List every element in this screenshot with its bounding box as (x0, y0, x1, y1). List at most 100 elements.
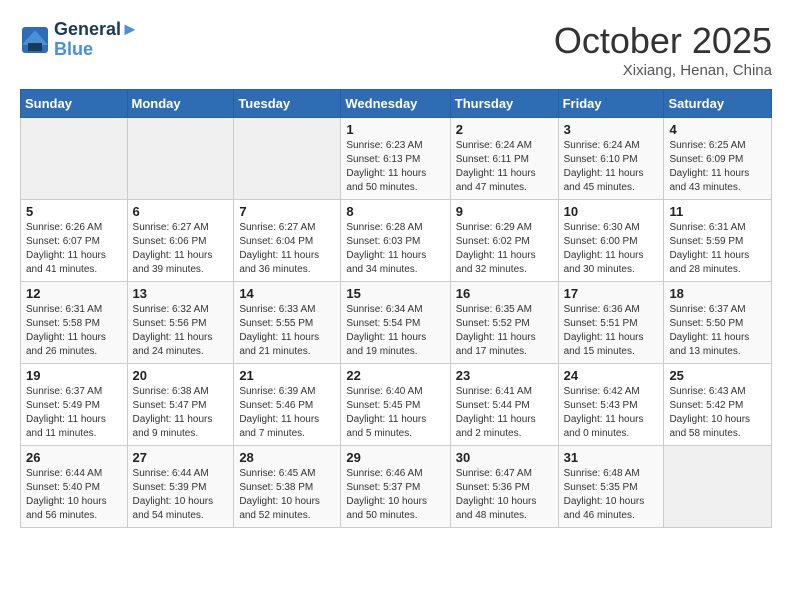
calendar-cell: 31 Sunrise: 6:48 AMSunset: 5:35 PMDayligh… (558, 446, 664, 528)
day-number: 9 (456, 204, 553, 219)
day-info: Sunrise: 6:43 AMSunset: 5:42 PMDaylight:… (669, 385, 766, 441)
location-subtitle: Xixiang, Henan, China (554, 62, 772, 79)
page-header: General► Blue October 2025 Xixiang, Hena… (20, 20, 772, 79)
day-number: 20 (133, 368, 229, 383)
calendar-cell: 9Sunrise: 6:29 AMSunset: 6:02 PMDaylight… (450, 200, 558, 282)
calendar-cell: 10Sunrise: 6:30 AMSunset: 6:00 PMDayligh… (558, 200, 664, 282)
logo: General► Blue (20, 20, 139, 60)
calendar-cell: 1Sunrise: 6:23 AMSunset: 6:13 PMDaylight… (341, 118, 450, 200)
calendar-cell: 16 Sunrise: 6:35 AMSunset: 5:52 PMDayligh… (450, 282, 558, 364)
day-info: Sunrise: 6:25 AMSunset: 6:09 PMDaylight:… (669, 139, 766, 195)
calendar-cell: 13Sunrise: 6:32 AMSunset: 5:56 PMDayligh… (127, 282, 234, 364)
calendar-body: 1Sunrise: 6:23 AMSunset: 6:13 PMDaylight… (21, 118, 772, 528)
calendar-cell: 27 Sunrise: 6:44 AMSunset: 5:39 PMDayligh… (127, 446, 234, 528)
calendar-week-row: 12Sunrise: 6:31 AMSunset: 5:58 PMDayligh… (21, 282, 772, 364)
day-info: Sunrise: 6:44 AMSunset: 5:39 PMDaylight:… (133, 467, 229, 523)
calendar-cell: 19 Sunrise: 6:37 AMSunset: 5:49 PMDayligh… (21, 364, 128, 446)
day-info: Sunrise: 6:24 AMSunset: 6:11 PMDaylight:… (456, 139, 553, 195)
day-info: Sunrise: 6:28 AMSunset: 6:03 PMDaylight:… (346, 221, 444, 277)
calendar-week-row: 1Sunrise: 6:23 AMSunset: 6:13 PMDaylight… (21, 118, 772, 200)
day-number: 8 (346, 204, 444, 219)
calendar-cell: 30Sunrise: 6:47 AMSunset: 5:36 PMDayligh… (450, 446, 558, 528)
weekday-header-cell: Thursday (450, 90, 558, 118)
day-number: 25 (669, 368, 766, 383)
day-info: Sunrise: 6:27 AMSunset: 6:06 PMDaylight:… (133, 221, 229, 277)
calendar-table: SundayMondayTuesdayWednesdayThursdayFrid… (20, 89, 772, 528)
calendar-cell: 14 Sunrise: 6:33 AMSunset: 5:55 PMDayligh… (234, 282, 341, 364)
weekday-header-cell: Friday (558, 90, 664, 118)
day-info: Sunrise: 6:37 AMSunset: 5:49 PMDaylight:… (26, 385, 122, 441)
day-info: Sunrise: 6:45 AMSunset: 5:38 PMDaylight:… (239, 467, 335, 523)
day-number: 27 (133, 450, 229, 465)
day-number: 3 (564, 122, 659, 137)
day-number: 4 (669, 122, 766, 137)
day-info: Sunrise: 6:38 AMSunset: 5:47 PMDaylight:… (133, 385, 229, 441)
day-number: 11 (669, 204, 766, 219)
day-number: 29 (346, 450, 444, 465)
weekday-header-cell: Saturday (664, 90, 772, 118)
day-info: Sunrise: 6:46 AMSunset: 5:37 PMDaylight:… (346, 467, 444, 523)
day-number: 12 (26, 286, 122, 301)
calendar-cell: 25 Sunrise: 6:43 AMSunset: 5:42 PMDayligh… (664, 364, 772, 446)
day-number: 21 (239, 368, 335, 383)
calendar-cell: 18Sunrise: 6:37 AMSunset: 5:50 PMDayligh… (664, 282, 772, 364)
calendar-cell: 26 Sunrise: 6:44 AMSunset: 5:40 PMDayligh… (21, 446, 128, 528)
day-info: Sunrise: 6:27 AMSunset: 6:04 PMDaylight:… (239, 221, 335, 277)
weekday-header-row: SundayMondayTuesdayWednesdayThursdayFrid… (21, 90, 772, 118)
calendar-cell: 21 Sunrise: 6:39 AMSunset: 5:46 PMDayligh… (234, 364, 341, 446)
day-number: 24 (564, 368, 659, 383)
day-info: Sunrise: 6:31 AMSunset: 5:59 PMDaylight:… (669, 221, 766, 277)
day-info: Sunrise: 6:35 AMSunset: 5:52 PMDaylight:… (456, 303, 553, 359)
day-number: 22 (346, 368, 444, 383)
calendar-cell: 4 Sunrise: 6:25 AMSunset: 6:09 PMDaylight… (664, 118, 772, 200)
calendar-cell: 5 Sunrise: 6:26 AMSunset: 6:07 PMDaylight… (21, 200, 128, 282)
day-info: Sunrise: 6:24 AMSunset: 6:10 PMDaylight:… (564, 139, 659, 195)
calendar-cell (664, 446, 772, 528)
day-number: 17 (564, 286, 659, 301)
day-number: 5 (26, 204, 122, 219)
day-info: Sunrise: 6:47 AMSunset: 5:36 PMDaylight:… (456, 467, 553, 523)
day-info: Sunrise: 6:34 AMSunset: 5:54 PMDaylight:… (346, 303, 444, 359)
day-number: 23 (456, 368, 553, 383)
calendar-cell: 7 Sunrise: 6:27 AMSunset: 6:04 PMDaylight… (234, 200, 341, 282)
logo-text: General► Blue (54, 20, 139, 60)
day-number: 15 (346, 286, 444, 301)
day-info: Sunrise: 6:44 AMSunset: 5:40 PMDaylight:… (26, 467, 122, 523)
calendar-cell: 17 Sunrise: 6:36 AMSunset: 5:51 PMDayligh… (558, 282, 664, 364)
day-number: 10 (564, 204, 659, 219)
logo-icon (20, 25, 50, 55)
weekday-header-cell: Monday (127, 90, 234, 118)
day-number: 28 (239, 450, 335, 465)
day-info: Sunrise: 6:41 AMSunset: 5:44 PMDaylight:… (456, 385, 553, 441)
day-number: 1 (346, 122, 444, 137)
day-number: 18 (669, 286, 766, 301)
day-number: 2 (456, 122, 553, 137)
calendar-cell: 23 Sunrise: 6:41 AMSunset: 5:44 PMDayligh… (450, 364, 558, 446)
day-number: 7 (239, 204, 335, 219)
day-info: Sunrise: 6:36 AMSunset: 5:51 PMDaylight:… (564, 303, 659, 359)
day-number: 14 (239, 286, 335, 301)
calendar-week-row: 26 Sunrise: 6:44 AMSunset: 5:40 PMDayligh… (21, 446, 772, 528)
calendar-cell (127, 118, 234, 200)
day-number: 26 (26, 450, 122, 465)
day-info: Sunrise: 6:48 AMSunset: 5:35 PMDaylight:… (564, 467, 659, 523)
title-area: October 2025 Xixiang, Henan, China (554, 20, 772, 79)
month-title: October 2025 (554, 20, 772, 62)
day-number: 19 (26, 368, 122, 383)
calendar-cell: 20 Sunrise: 6:38 AMSunset: 5:47 PMDayligh… (127, 364, 234, 446)
calendar-cell: 24 Sunrise: 6:42 AMSunset: 5:43 PMDayligh… (558, 364, 664, 446)
calendar-cell: 28 Sunrise: 6:45 AMSunset: 5:38 PMDayligh… (234, 446, 341, 528)
day-info: Sunrise: 6:39 AMSunset: 5:46 PMDaylight:… (239, 385, 335, 441)
day-number: 31 (564, 450, 659, 465)
calendar-cell (234, 118, 341, 200)
day-info: Sunrise: 6:33 AMSunset: 5:55 PMDaylight:… (239, 303, 335, 359)
weekday-header-cell: Tuesday (234, 90, 341, 118)
day-number: 16 (456, 286, 553, 301)
calendar-cell: 6Sunrise: 6:27 AMSunset: 6:06 PMDaylight… (127, 200, 234, 282)
calendar-week-row: 5 Sunrise: 6:26 AMSunset: 6:07 PMDaylight… (21, 200, 772, 282)
day-info: Sunrise: 6:26 AMSunset: 6:07 PMDaylight:… (26, 221, 122, 277)
calendar-cell: 12Sunrise: 6:31 AMSunset: 5:58 PMDayligh… (21, 282, 128, 364)
day-info: Sunrise: 6:42 AMSunset: 5:43 PMDaylight:… (564, 385, 659, 441)
calendar-cell: 3 Sunrise: 6:24 AMSunset: 6:10 PMDaylight… (558, 118, 664, 200)
weekday-header-cell: Sunday (21, 90, 128, 118)
